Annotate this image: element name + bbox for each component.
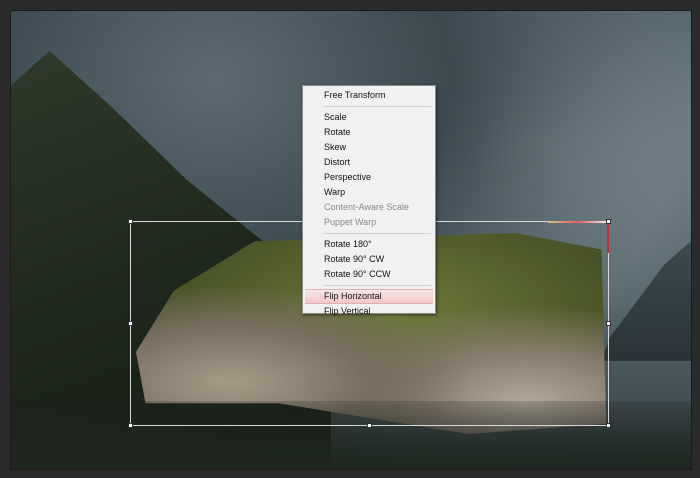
menu-item-rotate-180[interactable]: Rotate 180°	[303, 237, 435, 252]
menu-item-flip-horizontal[interactable]: Flip Horizontal	[305, 289, 433, 304]
menu-item-rotate-90-cw[interactable]: Rotate 90° CW	[303, 252, 435, 267]
menu-item-rotate[interactable]: Rotate	[303, 125, 435, 140]
menu-separator	[323, 106, 431, 107]
menu-item-perspective[interactable]: Perspective	[303, 170, 435, 185]
menu-item-free-transform[interactable]: Free Transform	[303, 88, 435, 103]
transform-handle-middle-right[interactable]	[606, 321, 611, 326]
transform-handle-bottom-left[interactable]	[128, 423, 133, 428]
transform-handle-middle-left[interactable]	[128, 321, 133, 326]
menu-item-content-aware-scale: Content-Aware Scale	[324, 202, 409, 212]
transform-handle-top-left[interactable]	[128, 219, 133, 224]
menu-item-rotate-90-ccw[interactable]: Rotate 90° CCW	[303, 267, 435, 282]
menu-item-scale[interactable]: Scale	[303, 110, 435, 125]
menu-item-flip-vertical[interactable]: Flip Vertical	[303, 304, 435, 319]
menu-separator	[323, 285, 431, 286]
transform-handle-bottom-right[interactable]	[606, 423, 611, 428]
transform-handle-top-right[interactable]	[606, 219, 611, 224]
menu-item-skew[interactable]: Skew	[303, 140, 435, 155]
menu-item-puppet-warp: Puppet Warp	[324, 217, 377, 227]
transform-edge-highlight-vertical	[607, 221, 609, 253]
transform-context-menu: Free Transform Scale Rotate Skew Distort…	[302, 85, 436, 316]
transform-edge-highlight	[548, 221, 608, 223]
menu-separator	[323, 233, 431, 234]
menu-item-warp[interactable]: Warp	[303, 185, 435, 200]
transform-handle-bottom-center[interactable]	[367, 423, 372, 428]
menu-item-distort[interactable]: Distort	[303, 155, 435, 170]
